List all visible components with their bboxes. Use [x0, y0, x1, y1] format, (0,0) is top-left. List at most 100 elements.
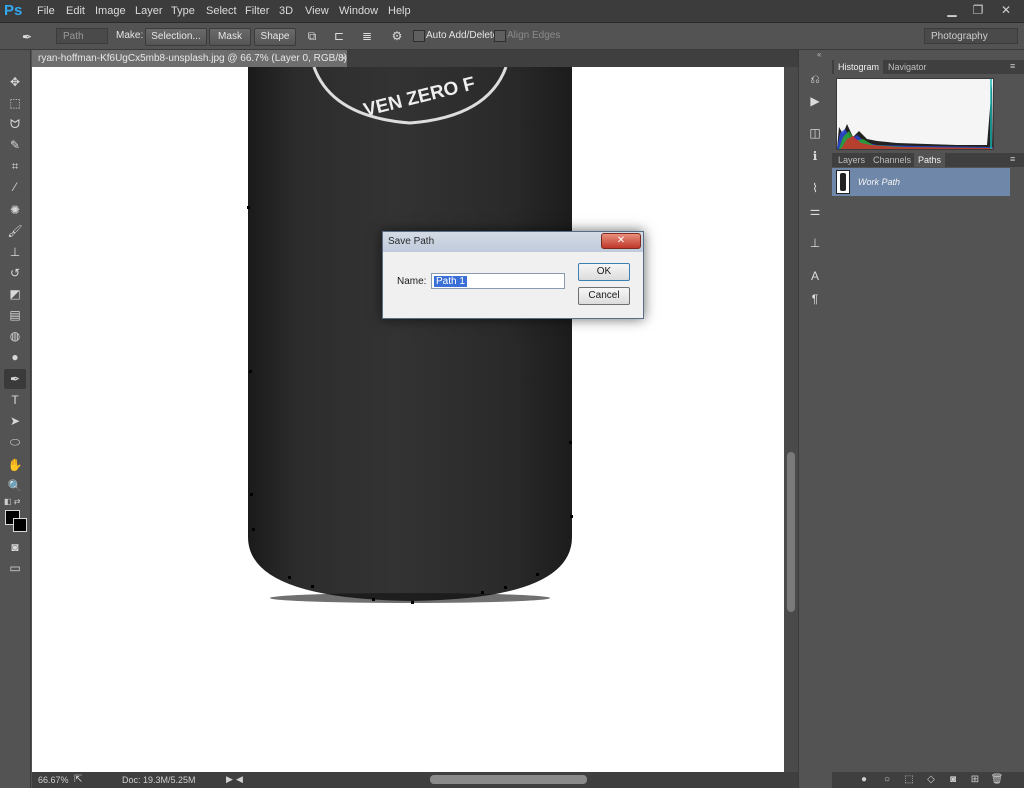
paths-panel-menu-icon[interactable]: ≡	[1010, 154, 1015, 164]
menu-layer[interactable]: Layer	[135, 0, 163, 22]
make-label: Make:	[116, 30, 144, 41]
stroke-path-icon[interactable]: ○	[880, 773, 894, 787]
pen-tool-icon[interactable]: ✒	[4, 369, 26, 389]
histogram-graph	[836, 78, 994, 150]
properties-panel-icon[interactable]: ◫	[806, 124, 824, 142]
make-shape-button[interactable]: Shape	[254, 28, 296, 46]
eraser-tool-icon[interactable]: ◩	[4, 284, 26, 304]
menu-type[interactable]: Type	[171, 0, 195, 22]
adjustments-panel-icon[interactable]: ⚌	[806, 202, 824, 220]
make-mask-button[interactable]: Mask	[209, 28, 251, 46]
quick-mask-icon[interactable]: ◙	[4, 537, 26, 557]
menu-file[interactable]: File	[37, 0, 55, 22]
paragraph-panel-icon[interactable]: ¶	[806, 290, 824, 308]
name-label: Name:	[397, 276, 427, 287]
work-path-label: Work Path	[858, 177, 901, 187]
tab-layers[interactable]: Layers	[834, 153, 869, 167]
export-icon[interactable]: ⇱	[74, 774, 82, 785]
tab-navigator[interactable]: Navigator	[884, 60, 931, 74]
document-tab[interactable]: ryan-hoffman-Kf6UgCx5mb8-unsplash.jpg @ …	[32, 50, 347, 81]
close-document-icon[interactable]: ✕	[340, 50, 352, 67]
pen-tool-preset-icon[interactable]: ✒	[18, 27, 36, 47]
move-tool-icon[interactable]: ✥	[4, 72, 26, 92]
menu-filter[interactable]: Filter	[245, 0, 269, 22]
cancel-button[interactable]: Cancel	[578, 287, 630, 305]
tab-paths[interactable]: Paths	[914, 153, 946, 167]
quick-selection-tool-icon[interactable]: ✎	[4, 135, 26, 155]
menu-view[interactable]: View	[305, 0, 329, 22]
auto-add-delete-label: Auto Add/Delete	[426, 30, 499, 41]
history-brush-tool-icon[interactable]: ↺	[4, 263, 26, 283]
tab-channels[interactable]: Channels	[869, 153, 915, 167]
doc-size: Doc: 19.3M/5.25M	[122, 775, 196, 785]
close-window-icon[interactable]: ✕	[994, 1, 1018, 19]
clone-source-panel-icon[interactable]: ⊥	[806, 234, 824, 252]
dialog-close-icon[interactable]: ✕	[601, 233, 641, 249]
background-color-swatch[interactable]	[13, 518, 27, 532]
status-menu-arrow-icon[interactable]: ▶	[226, 774, 233, 785]
path-name-input[interactable]: Path 1	[431, 273, 565, 289]
marquee-tool-icon[interactable]: ⬚	[4, 93, 26, 113]
fill-path-icon[interactable]: ●	[857, 773, 871, 787]
zoom-level[interactable]: 66.67%	[38, 775, 69, 785]
zoom-tool-icon[interactable]: 🔍	[4, 476, 26, 496]
path-operations-icon[interactable]: ⧉	[303, 26, 321, 46]
menu-image[interactable]: Image	[95, 0, 126, 22]
load-selection-icon[interactable]: ⬚	[902, 773, 916, 787]
history-panel-icon[interactable]: ⎌	[806, 70, 824, 88]
scroll-left-icon[interactable]: ◀	[236, 774, 243, 785]
mode-select[interactable]: Path	[56, 28, 108, 44]
hand-tool-icon[interactable]: ✋	[4, 455, 26, 475]
menu-help[interactable]: Help	[388, 0, 411, 22]
photoshop-logo: Ps	[4, 2, 23, 19]
dodge-tool-icon[interactable]: ●	[4, 347, 26, 367]
blur-tool-icon[interactable]: ◍	[4, 326, 26, 346]
ok-button[interactable]: OK	[578, 263, 630, 281]
align-edges-checkbox[interactable]	[494, 30, 506, 42]
vertical-scrollbar[interactable]	[784, 67, 798, 772]
panel-menu-icon[interactable]: ≡	[1010, 61, 1015, 71]
info-panel-icon[interactable]: ℹ	[806, 147, 824, 165]
character-panel-icon[interactable]: A	[806, 267, 824, 285]
path-name-value: Path 1	[434, 276, 467, 287]
collapse-dock-icon[interactable]: «	[817, 50, 821, 59]
canvas[interactable]: VEN ZERO F	[32, 67, 784, 772]
gear-icon[interactable]: ⚙	[388, 26, 406, 46]
menu-select[interactable]: Select	[206, 0, 237, 22]
minimize-icon[interactable]: ▁	[940, 1, 964, 19]
auto-add-delete-checkbox[interactable]	[413, 30, 425, 42]
make-work-path-icon[interactable]: ◇	[924, 773, 938, 787]
workspace-select[interactable]: Photography	[924, 28, 1018, 44]
layers-panel-tabs: Layers Channels Paths ≡	[832, 153, 1024, 167]
gradient-tool-icon[interactable]: ▤	[4, 305, 26, 325]
crop-tool-icon[interactable]: ⌗	[4, 156, 26, 176]
vertical-scroll-thumb[interactable]	[787, 452, 795, 612]
menu-edit[interactable]: Edit	[66, 0, 85, 22]
menu-3d[interactable]: 3D	[279, 0, 293, 22]
horizontal-scroll-thumb[interactable]	[430, 775, 587, 784]
add-mask-icon[interactable]: ◙	[946, 773, 960, 787]
eyedropper-tool-icon[interactable]: ⁄	[4, 177, 26, 197]
swap-colors-icon[interactable]: ◧ ⇄	[4, 497, 26, 507]
path-alignment-icon[interactable]: ⊏	[330, 26, 348, 46]
actions-panel-icon[interactable]: ▶	[806, 92, 824, 110]
screen-mode-icon[interactable]: ▭	[4, 558, 26, 578]
bottle-image: VEN ZERO F	[247, 67, 573, 604]
make-selection-button[interactable]: Selection...	[145, 28, 207, 46]
work-path-thumbnail	[836, 170, 850, 194]
new-path-icon[interactable]: ⊞	[968, 773, 982, 787]
brush-tool-icon[interactable]: 🖌	[4, 221, 26, 241]
healing-brush-tool-icon[interactable]: ✺	[4, 200, 26, 220]
delete-path-icon[interactable]: 🗑	[990, 773, 1004, 787]
menu-window[interactable]: Window	[339, 0, 378, 22]
tab-histogram[interactable]: Histogram	[834, 60, 884, 74]
histogram-panel-tabs: Histogram Navigator ≡	[832, 60, 1024, 74]
brush-panel-icon[interactable]: ⌇	[806, 179, 824, 197]
clone-stamp-tool-icon[interactable]: ⊥	[4, 242, 26, 262]
restore-icon[interactable]: ❐	[966, 1, 990, 19]
ellipse-tool-icon[interactable]: ⬭	[4, 432, 26, 452]
type-tool-icon[interactable]: T	[4, 390, 26, 410]
lasso-tool-icon[interactable]: ᗢ	[4, 114, 26, 134]
path-selection-tool-icon[interactable]: ➤	[4, 411, 26, 431]
path-arrangement-icon[interactable]: ≣	[358, 26, 376, 46]
